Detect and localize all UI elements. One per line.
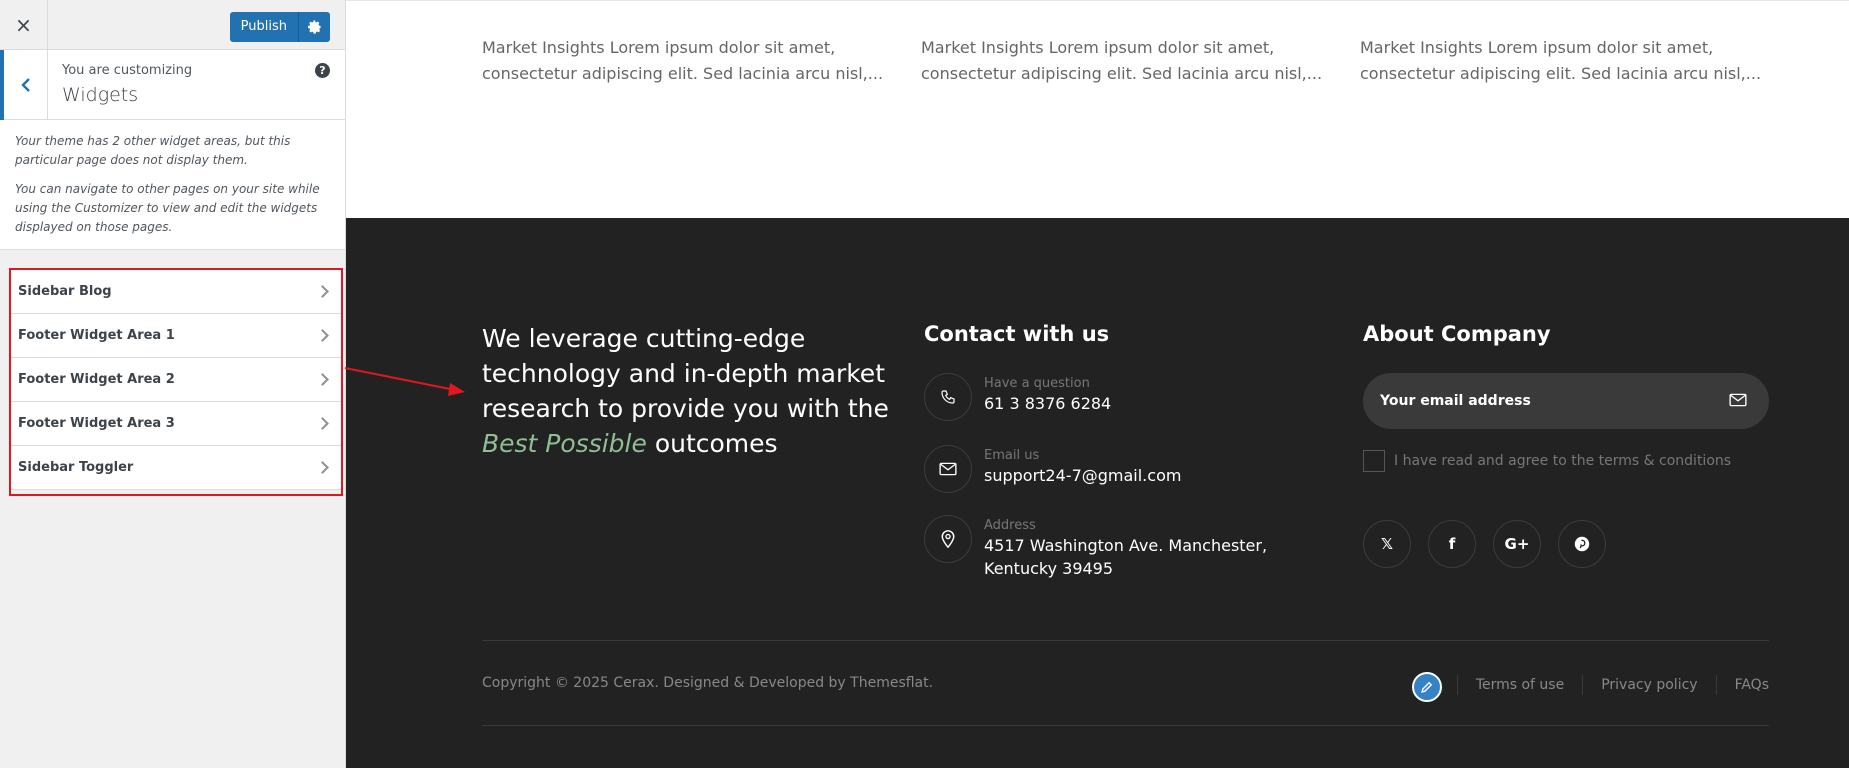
contact-value: 61 3 8376 6284: [984, 394, 1112, 413]
chevron-right-icon: [316, 373, 329, 386]
contact-value: support24-7@gmail.com: [984, 466, 1182, 485]
footer-links: Terms of use Privacy policy FAQs: [1439, 675, 1769, 695]
copyright-text: Copyright © 2025 Cerax. Designed & Devel…: [482, 675, 934, 691]
close-customizer-button[interactable]: ×: [0, 0, 48, 50]
widget-area-label: Footer Widget Area 1: [18, 328, 175, 343]
widget-area-label: Sidebar Toggler: [18, 460, 134, 475]
customizer-sidebar: × Publish You are customizing Widgets ? …: [0, 0, 346, 768]
faqs-link[interactable]: FAQs: [1735, 677, 1769, 693]
chevron-right-icon: [316, 329, 329, 342]
location-icon: [924, 515, 972, 563]
footer-tagline: We leverage cutting-edge technology and …: [482, 321, 902, 461]
site-preview: Market Insights Lorem ipsum dolor sit am…: [346, 0, 1849, 768]
chevron-right-icon: [316, 285, 329, 298]
google-plus-icon[interactable]: G+: [1493, 520, 1541, 568]
widget-area-footer-3[interactable]: Footer Widget Area 3: [11, 402, 341, 446]
social-links: 𝕏 f G+: [1363, 520, 1623, 568]
widget-area-label: Footer Widget Area 3: [18, 416, 175, 431]
insights-section: Market Insights Lorem ipsum dolor sit am…: [346, 0, 1849, 218]
pencil-icon: [1421, 681, 1433, 693]
terms-checkbox[interactable]: [1363, 450, 1385, 472]
terms-agreement: I have read and agree to the terms & con…: [1363, 450, 1731, 472]
terms-label: I have read and agree to the terms & con…: [1394, 453, 1732, 469]
footer-bottom-divider: [482, 725, 1769, 726]
widget-area-footer-1[interactable]: Footer Widget Area 1: [11, 314, 341, 358]
widgets-description: Your theme has 2 other widget areas, but…: [0, 120, 345, 250]
widget-areas-list: Sidebar Blog Footer Widget Area 1 Footer…: [9, 268, 343, 496]
about-title: About Company: [1363, 322, 1551, 346]
site-footer: We leverage cutting-edge technology and …: [346, 218, 1849, 768]
link-separator: [1715, 675, 1717, 695]
contact-title: Contact with us: [924, 322, 1110, 346]
chevron-right-icon: [316, 461, 329, 474]
widget-area-sidebar-toggler[interactable]: Sidebar Toggler: [11, 446, 341, 490]
publish-settings-button[interactable]: [298, 12, 330, 42]
chevron-right-icon: [316, 417, 329, 430]
pinterest-icon[interactable]: [1558, 520, 1606, 568]
customizing-label: You are customizing: [62, 63, 193, 78]
terms-link[interactable]: Terms of use: [1476, 677, 1564, 693]
widget-area-label: Footer Widget Area 2: [18, 372, 175, 387]
insight-line: consectetur adipiscing elit. Sed lacinia…: [1360, 64, 1762, 83]
widget-area-label: Sidebar Blog: [18, 284, 112, 299]
description-paragraph: Your theme has 2 other widget areas, but…: [15, 134, 291, 167]
description-paragraph: You can navigate to other pages on your …: [15, 182, 320, 234]
insight-line: Market Insights Lorem ipsum dolor sit am…: [1360, 38, 1714, 57]
widget-area-sidebar-blog[interactable]: Sidebar Blog: [11, 270, 341, 314]
publish-button[interactable]: Publish: [229, 12, 298, 42]
newsletter-form: [1363, 373, 1769, 429]
newsletter-email-input[interactable]: [1380, 393, 1700, 409]
phone-icon: [924, 373, 972, 421]
insight-excerpt: Market Insights Lorem ipsum dolor sit am…: [1360, 35, 1762, 87]
facebook-icon[interactable]: f: [1428, 520, 1476, 568]
x-icon[interactable]: 𝕏: [1363, 520, 1411, 568]
help-icon[interactable]: ?: [315, 63, 330, 78]
edit-shortcut-button[interactable]: [1412, 672, 1442, 702]
send-mail-icon[interactable]: [1729, 392, 1747, 411]
link-separator: [1456, 675, 1458, 695]
contact-label: Email us: [984, 448, 1040, 463]
tagline-accent: Best Possible: [482, 429, 647, 458]
contact-value: Kentucky 39495: [984, 559, 1114, 578]
close-icon: ×: [15, 13, 32, 37]
insight-line: consectetur adipiscing elit. Sed lacinia…: [921, 64, 1323, 83]
insight-excerpt: Market Insights Lorem ipsum dolor sit am…: [482, 35, 884, 87]
contact-address: Address 4517 Washington Ave. Manchester,…: [924, 515, 1267, 580]
gear-icon: [307, 20, 321, 34]
insight-line: Market Insights Lorem ipsum dolor sit am…: [482, 38, 836, 57]
section-header: You are customizing Widgets: [0, 50, 345, 120]
publish-controls: Publish: [229, 12, 330, 42]
footer-divider: [482, 640, 1769, 641]
insight-line: consectetur adipiscing elit. Sed lacinia…: [482, 64, 884, 83]
contact-phone: Have a question 61 3 8376 6284: [924, 373, 1111, 421]
chevron-left-icon: [20, 78, 30, 92]
widget-area-footer-2[interactable]: Footer Widget Area 2: [11, 358, 341, 402]
contact-label: Address: [984, 518, 1036, 533]
section-title: Widgets: [62, 84, 139, 106]
contact-email: Email us support24-7@gmail.com: [924, 445, 1181, 493]
insight-line: Market Insights Lorem ipsum dolor sit am…: [921, 38, 1275, 57]
insight-excerpt: Market Insights Lorem ipsum dolor sit am…: [921, 35, 1323, 87]
link-separator: [1582, 675, 1584, 695]
back-button[interactable]: [0, 50, 48, 120]
mail-icon: [924, 445, 972, 493]
tagline-text: outcomes: [646, 429, 778, 458]
contact-value: 4517 Washington Ave. Manchester,: [984, 536, 1268, 555]
customizer-header: × Publish: [0, 0, 345, 50]
tagline-text: We leverage cutting-edge technology and …: [482, 324, 889, 423]
contact-label: Have a question: [984, 376, 1090, 391]
privacy-link[interactable]: Privacy policy: [1601, 677, 1697, 693]
